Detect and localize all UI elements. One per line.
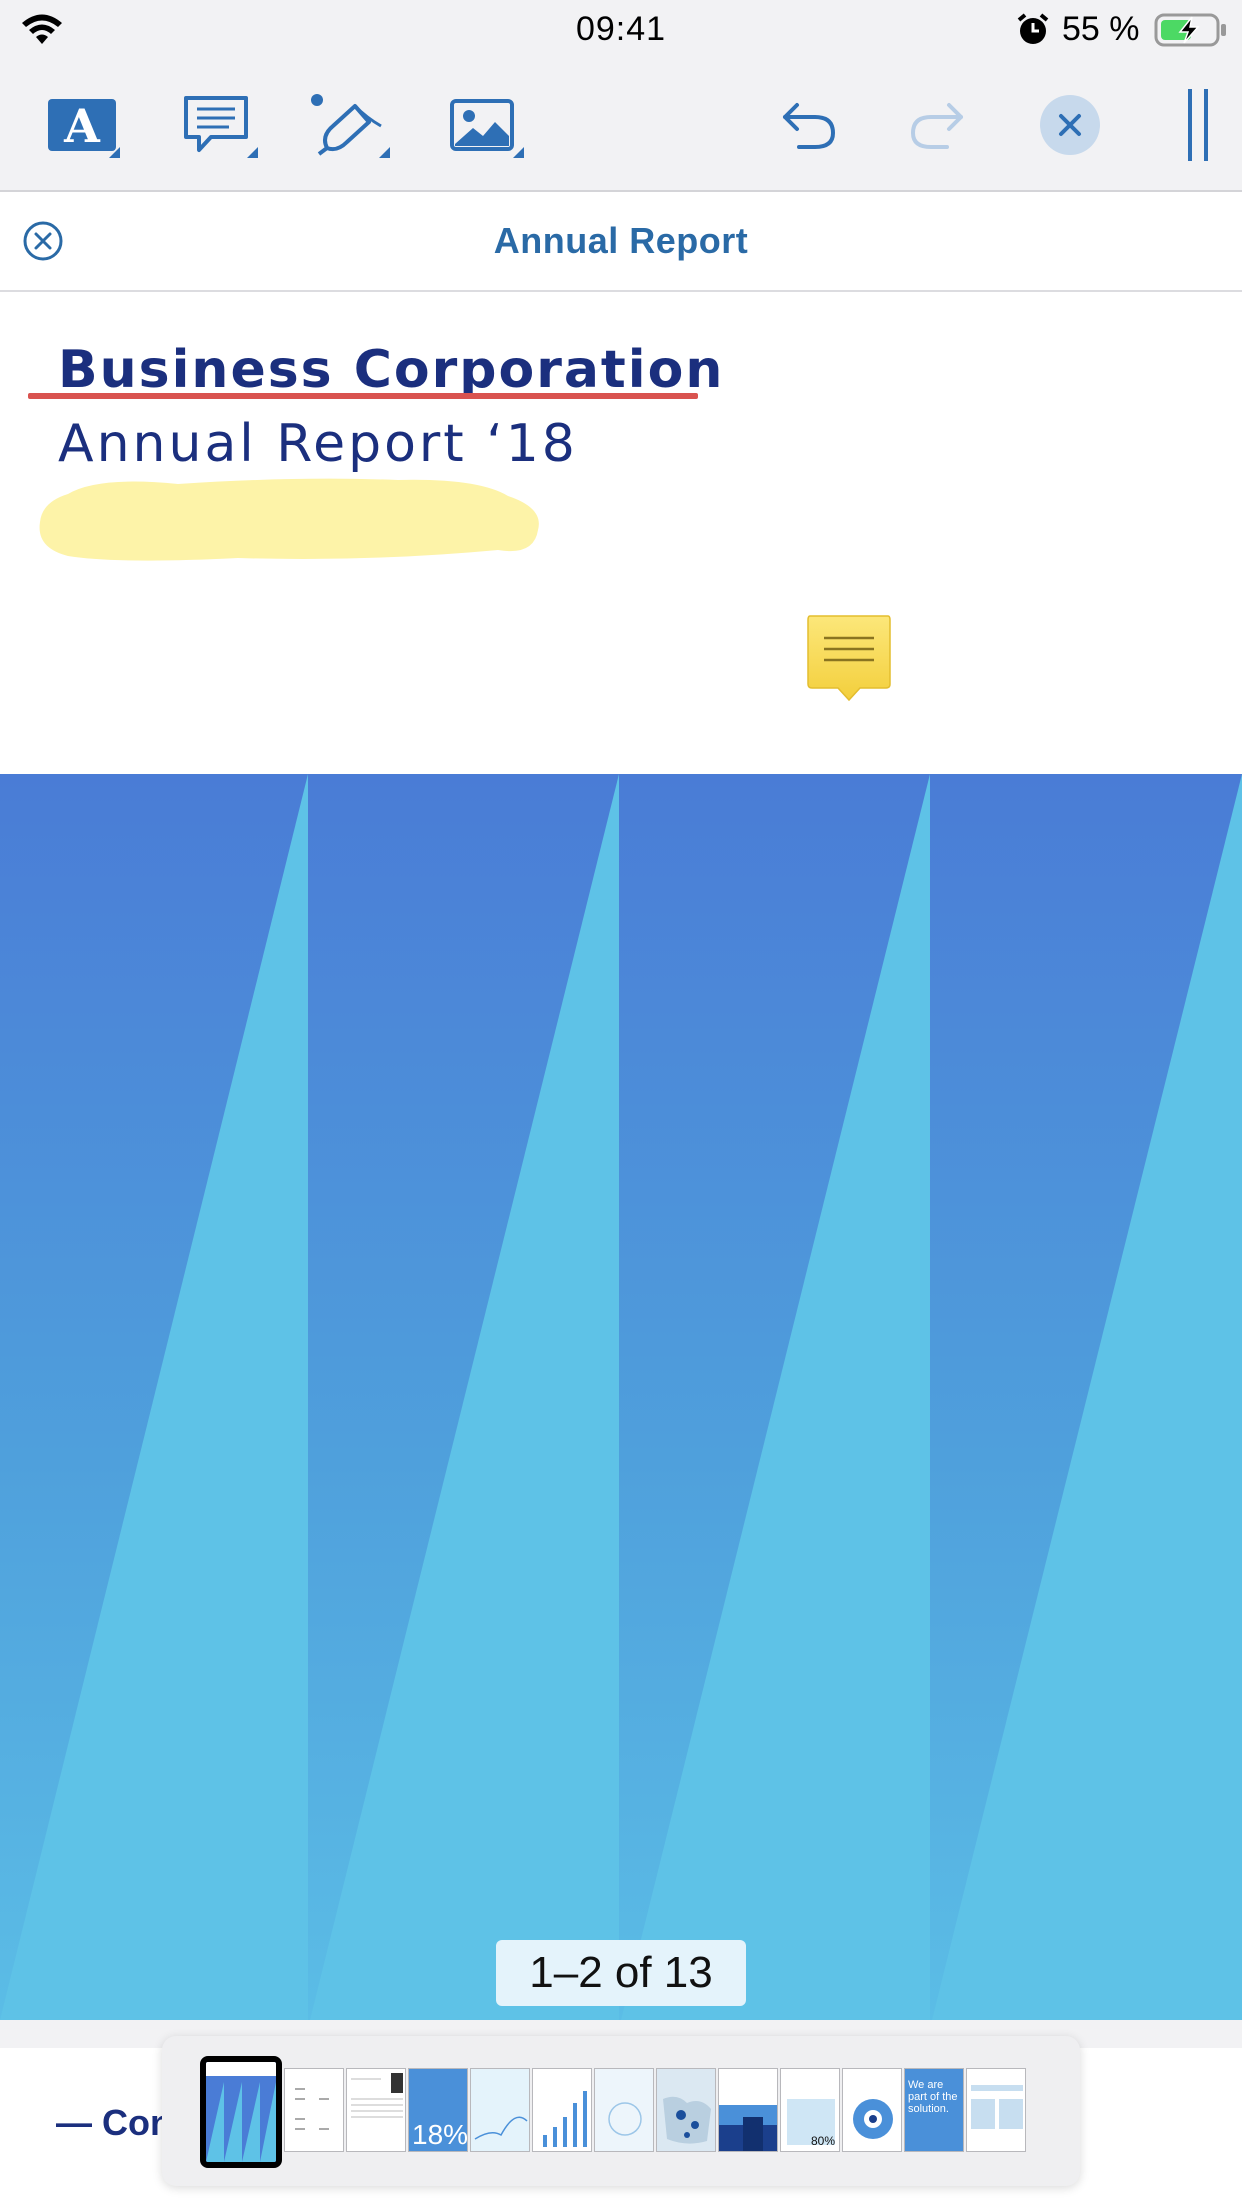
letter-thumbnail <box>351 2073 403 2118</box>
text-tool-button[interactable]: A <box>46 90 120 160</box>
contents-thumbnail <box>295 2088 329 2130</box>
close-annotation-button[interactable] <box>1038 90 1102 160</box>
close-icon <box>1040 95 1100 155</box>
undo-icon <box>783 103 836 149</box>
document-title: Annual Report <box>493 220 749 261</box>
battery-charging-icon <box>1154 13 1226 47</box>
draw-tool-button[interactable] <box>306 90 390 160</box>
thumbnail-page-3[interactable] <box>346 2068 406 2152</box>
financials-thumbnail <box>971 2085 1023 2129</box>
thumbnail-page-4[interactable]: 18% <box>408 2068 468 2152</box>
comment-tool-button[interactable] <box>176 90 258 160</box>
redo-button[interactable] <box>904 90 970 160</box>
image-tool-button[interactable] <box>442 90 524 160</box>
thumbnail-page-10[interactable]: 80% <box>780 2068 840 2152</box>
comment-tool-icon <box>184 96 248 152</box>
revenue-chart-thumbnail <box>543 2091 587 2147</box>
thumbnail-text: 18% <box>412 2119 468 2150</box>
performance-thumbnail <box>471 2069 529 2151</box>
thumbnail-page-5[interactable] <box>470 2068 530 2152</box>
thumbnail-page-9[interactable] <box>718 2068 778 2152</box>
status-bar: 09:41 55 % <box>0 0 1242 60</box>
dropdown-indicator <box>247 147 258 158</box>
sustainability-thumbnail <box>853 2099 893 2139</box>
more-icon <box>1188 89 1208 161</box>
document-page[interactable]: Business Corporation Annual Report ‘18 1… <box>0 292 1242 2020</box>
dropdown-indicator <box>513 147 524 158</box>
thumbnail-strip[interactable]: 18% 80% We are part of the solution. <box>162 2036 1080 2186</box>
image-tool-icon <box>450 99 514 151</box>
strategy-thumbnail <box>595 2069 653 2151</box>
annotation-toolbar: A <box>0 60 1242 192</box>
cover-graphic <box>0 774 1242 2020</box>
thumbnail-page-12[interactable]: We are part of the solution. <box>904 2068 964 2152</box>
report-subtitle: Annual Report ‘18 <box>58 414 578 474</box>
dropdown-indicator <box>109 147 120 158</box>
thumbnail-page-1[interactable] <box>200 2056 282 2168</box>
text-tool-icon: A <box>48 99 116 153</box>
underline-annotation[interactable] <box>28 393 698 399</box>
document-title-bar: Annual Report <box>0 192 1242 292</box>
markets-thumbnail <box>719 2105 777 2151</box>
draw-tool-icon <box>311 94 382 156</box>
map-thumbnail <box>657 2069 715 2151</box>
thumbnail-page-2[interactable] <box>284 2068 344 2152</box>
thumbnail-page-11[interactable] <box>842 2068 902 2152</box>
alarm-icon <box>1017 13 1049 44</box>
thumbnail-page-8[interactable] <box>656 2068 716 2152</box>
company-name: Business Corporation <box>58 340 725 400</box>
more-button[interactable] <box>1178 89 1218 161</box>
app-screen: 09:41 55 % A Annual Report Business Corp… <box>0 0 1242 2208</box>
redo-icon <box>910 103 963 149</box>
thumbnail-text: We are part of the solution. <box>908 2079 958 2115</box>
thumbnail-page-6[interactable] <box>532 2068 592 2152</box>
cover-thumbnail <box>206 2062 276 2162</box>
page-counter: 1–2 of 13 <box>496 1940 746 2006</box>
dropdown-indicator <box>379 147 390 158</box>
battery-percent: 55 % <box>1062 10 1140 48</box>
undo-button[interactable] <box>776 90 842 160</box>
status-time: 09:41 <box>575 10 667 48</box>
thumbnail-page-7[interactable] <box>594 2068 654 2152</box>
svg-text:A: A <box>63 99 101 153</box>
note-annotation-icon[interactable] <box>806 614 892 702</box>
thumbnail-page-13[interactable] <box>966 2068 1026 2152</box>
thumbnail-text: 80% <box>811 2134 836 2148</box>
contents-heading: — Con <box>56 2102 166 2143</box>
highlight-annotation[interactable] <box>38 472 548 572</box>
